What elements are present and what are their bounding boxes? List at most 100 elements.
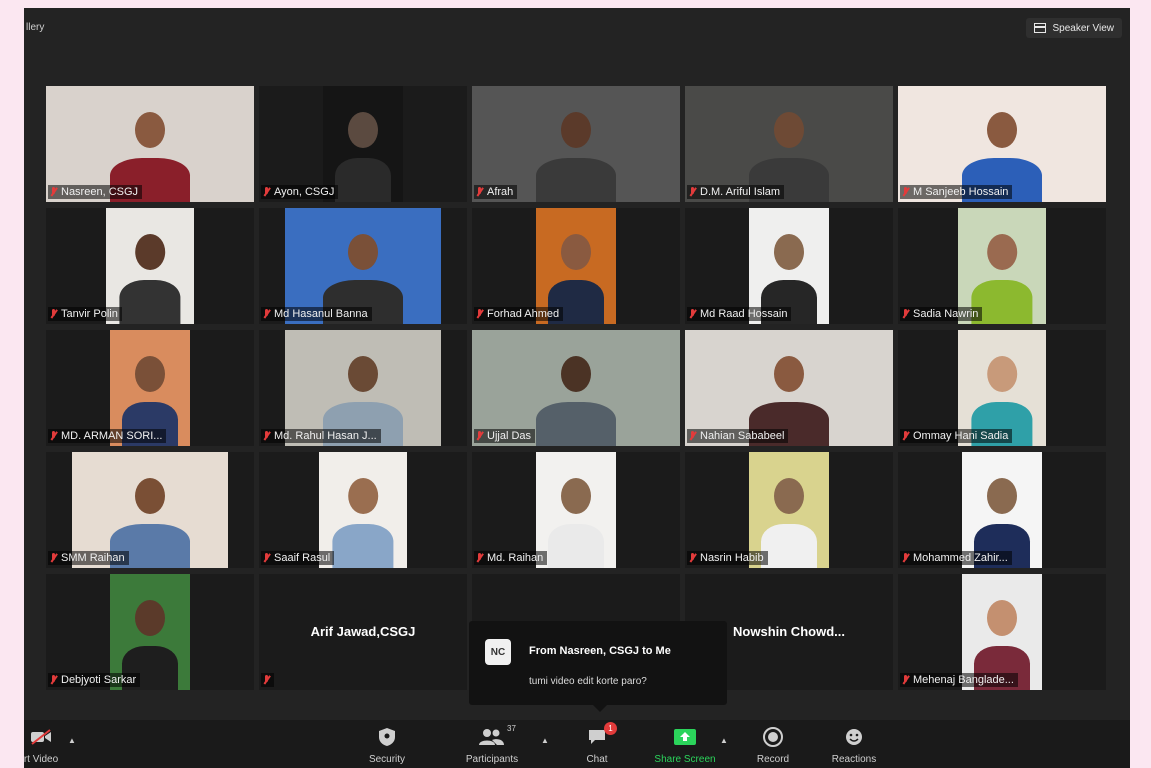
participant-tile[interactable]: MD. ARMAN SORI... xyxy=(46,330,254,446)
zoom-window: llery Speaker View Nasreen, CSGJ Ayon, CS… xyxy=(24,8,1130,768)
participant-tile[interactable]: Nasreen, CSGJ xyxy=(46,86,254,202)
participant-namebar: Nasreen, CSGJ xyxy=(48,185,143,199)
participant-tile[interactable]: Ujjal Das xyxy=(472,330,680,446)
participant-tile[interactable]: Tanvir Polin xyxy=(46,208,254,324)
participant-body xyxy=(761,524,817,568)
participant-video xyxy=(536,452,616,568)
participant-silhouette xyxy=(119,208,181,324)
mic-muted-icon xyxy=(689,553,696,563)
participant-tile[interactable]: D.M. Ariful Islam xyxy=(685,86,893,202)
participant-head xyxy=(348,112,378,148)
participant-name: Ayon, CSGJ xyxy=(274,186,335,198)
share-options-caret[interactable]: ▲ xyxy=(720,736,728,745)
participant-head xyxy=(135,112,165,148)
video-options-caret[interactable]: ▲ xyxy=(68,736,76,745)
participant-head xyxy=(348,478,378,514)
mic-muted-icon xyxy=(689,309,696,319)
mic-muted-icon xyxy=(689,187,696,197)
participant-namebar: Sadia Nawrin xyxy=(900,307,983,321)
chat-button[interactable]: 1 Chat xyxy=(562,722,632,765)
participant-head xyxy=(561,478,591,514)
participant-body xyxy=(335,158,391,202)
mic-muted-icon xyxy=(476,309,483,319)
participant-name: Mohammed Zahir... xyxy=(913,552,1008,564)
participant-head xyxy=(987,112,1017,148)
participant-head xyxy=(987,600,1017,636)
participant-head xyxy=(135,600,165,636)
participant-tile[interactable]: Arif Jawad,CSGJ xyxy=(259,574,467,690)
participant-tile[interactable]: Sadia Nawrin xyxy=(898,208,1106,324)
chat-notification[interactable]: NC From Nasreen, CSGJ to Me tumi video e… xyxy=(469,621,727,712)
participant-namebar: Saaif Rasul xyxy=(261,551,335,565)
participant-head xyxy=(774,478,804,514)
mic-muted-icon xyxy=(476,431,483,441)
participant-tile[interactable]: M Sanjeeb Hossain xyxy=(898,86,1106,202)
participant-head xyxy=(135,356,165,392)
participant-namebar: Nahian Sababeel xyxy=(687,429,789,443)
participant-tile[interactable]: Ommay Hani Sadia xyxy=(898,330,1106,446)
share-screen-button[interactable]: Share Screen xyxy=(650,726,720,765)
participant-tile[interactable]: Ayon, CSGJ xyxy=(259,86,467,202)
mic-muted-icon xyxy=(263,675,270,685)
participant-head xyxy=(774,234,804,270)
reactions-button[interactable]: Reactions xyxy=(819,726,889,765)
participant-namebar: Afrah xyxy=(474,185,518,199)
shield-icon xyxy=(352,726,422,748)
participant-namebar: Debjyoti Sarkar xyxy=(48,673,141,687)
speaker-view-icon xyxy=(1034,23,1047,33)
gallery-grid: Nasreen, CSGJ Ayon, CSGJ Afrah D.M. Ariful … xyxy=(46,86,1106,690)
record-button[interactable]: Record xyxy=(738,726,808,765)
participant-body xyxy=(536,158,616,202)
participant-head xyxy=(348,356,378,392)
participant-namebar: M Sanjeeb Hossain xyxy=(900,185,1013,199)
record-icon xyxy=(738,726,808,748)
participant-tile[interactable]: Nasrin Habib xyxy=(685,452,893,568)
participant-tile[interactable]: Mohammed Zahir... xyxy=(898,452,1106,568)
participant-silhouette xyxy=(531,86,621,202)
meeting-toolbar: rt Video ▲ Security 37 Participants ▲ 1 … xyxy=(24,720,1130,768)
mic-muted-icon xyxy=(263,431,270,441)
participant-tile[interactable]: Md Raad Hossain xyxy=(685,208,893,324)
participant-body xyxy=(119,280,181,324)
participants-options-caret[interactable]: ▲ xyxy=(541,736,549,745)
participant-silhouette xyxy=(531,330,621,446)
participant-namebar: Mehenaj Banglade... xyxy=(900,673,1018,687)
chat-sender: From Nasreen, CSGJ to Me xyxy=(529,645,671,657)
participants-label: Participants xyxy=(465,754,519,765)
mic-muted-icon xyxy=(50,675,57,685)
participant-silhouette xyxy=(332,452,394,568)
mic-muted-icon xyxy=(263,553,270,563)
speaker-view-button[interactable]: Speaker View xyxy=(1026,18,1122,38)
start-video-label: rt Video xyxy=(24,754,59,765)
participant-head xyxy=(987,356,1017,392)
mic-muted-icon xyxy=(902,553,909,563)
participant-tile[interactable]: Nahian Sababeel xyxy=(685,330,893,446)
top-bar: llery Speaker View xyxy=(24,8,1130,48)
participant-tile[interactable]: Forhad Ahmed xyxy=(472,208,680,324)
participant-tile[interactable]: Md Hasanul Banna xyxy=(259,208,467,324)
participant-silhouette xyxy=(548,452,604,568)
participant-namebar: SMM Raihan xyxy=(48,551,129,565)
reactions-label: Reactions xyxy=(831,754,877,765)
participant-tile[interactable]: Mehenaj Banglade... xyxy=(898,574,1106,690)
security-button[interactable]: Security xyxy=(352,726,422,765)
participant-name: Afrah xyxy=(487,186,514,198)
participant-tile[interactable]: Afrah xyxy=(472,86,680,202)
participants-button[interactable]: 37 Participants xyxy=(457,724,527,765)
security-label: Security xyxy=(368,754,406,765)
participant-tile[interactable]: Saaif Rasul xyxy=(259,452,467,568)
participant-namebar: Md. Rahul Hasan J... xyxy=(261,429,381,443)
chat-bubble-icon: 1 xyxy=(562,722,632,748)
participant-name: Ujjal Das xyxy=(487,430,532,442)
participant-tile[interactable]: Md. Rahul Hasan J... xyxy=(259,330,467,446)
speaker-view-label: Speaker View xyxy=(1052,22,1114,34)
participant-body xyxy=(332,524,394,568)
gallery-view-label: llery xyxy=(26,22,45,33)
participant-name: SMM Raihan xyxy=(61,552,125,564)
start-video-button[interactable]: rt Video xyxy=(24,726,76,765)
participant-tile[interactable]: Debjyoti Sarkar xyxy=(46,574,254,690)
participant-tile[interactable]: Md. Raihan xyxy=(472,452,680,568)
participant-name: Saaif Rasul xyxy=(274,552,331,564)
participant-tile[interactable]: SMM Raihan xyxy=(46,452,254,568)
participant-name: Md Hasanul Banna xyxy=(274,308,368,320)
